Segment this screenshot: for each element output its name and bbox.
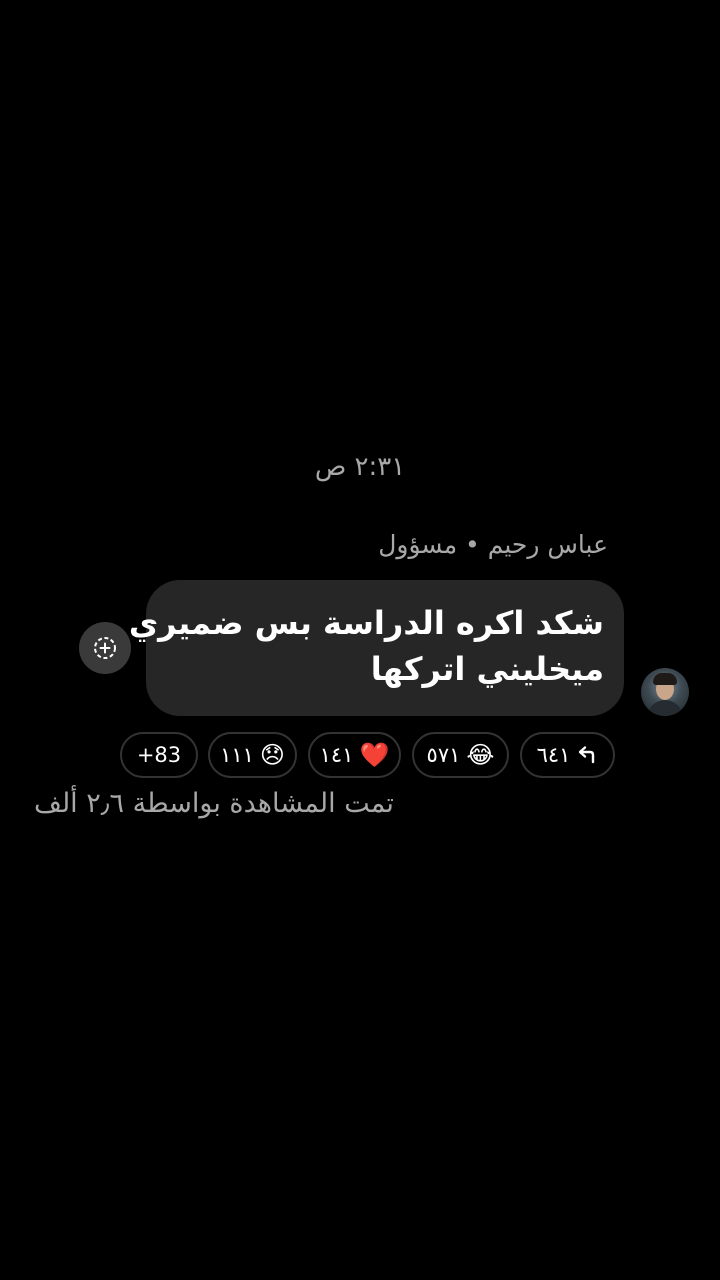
reaction-heart-count: ١٤١ <box>319 743 354 767</box>
replies-count-button[interactable]: ٦٤١ <box>520 732 615 778</box>
more-reactions-button[interactable]: +83 <box>120 732 198 778</box>
add-reaction-icon <box>94 637 116 659</box>
seen-by-count: تمت المشاهدة بواسطة ٢٫٦ ألف <box>34 788 394 819</box>
sad-emoji-icon: 😞 <box>259 741 285 769</box>
avatar[interactable] <box>641 668 689 716</box>
laughing-emoji-icon: 😂 <box>466 741 495 769</box>
reaction-sad-count: ١١١ <box>220 743 254 767</box>
more-reactions-label: +83 <box>136 743 182 767</box>
heart-emoji-icon: ❤️ <box>359 741 390 769</box>
reply-icon <box>576 745 598 765</box>
avatar-hair <box>653 673 677 685</box>
message-bubble[interactable]: شكد اكره الدراسة بس ضميري ميخليني اتركها <box>128 580 624 716</box>
add-reaction-button[interactable] <box>79 622 131 674</box>
sender-name[interactable]: عباس رحيم • مسؤول <box>378 530 608 559</box>
avatar-body <box>647 700 683 716</box>
replies-count: ٦٤١ <box>536 743 571 767</box>
reaction-heart-button[interactable]: ١٤١ ❤️ <box>308 732 401 778</box>
message-line-1: شكد اكره الدراسة بس ضميري <box>128 604 604 642</box>
message-timestamp: ٢:٣١ ص <box>314 452 406 482</box>
message-line-2: ميخليني اتركها <box>370 650 604 688</box>
reaction-laugh-count: ٥٧١ <box>426 743 461 767</box>
reaction-laugh-button[interactable]: ٥٧١ 😂 <box>412 732 509 778</box>
reaction-sad-button[interactable]: ١١١ 😞 <box>208 732 297 778</box>
